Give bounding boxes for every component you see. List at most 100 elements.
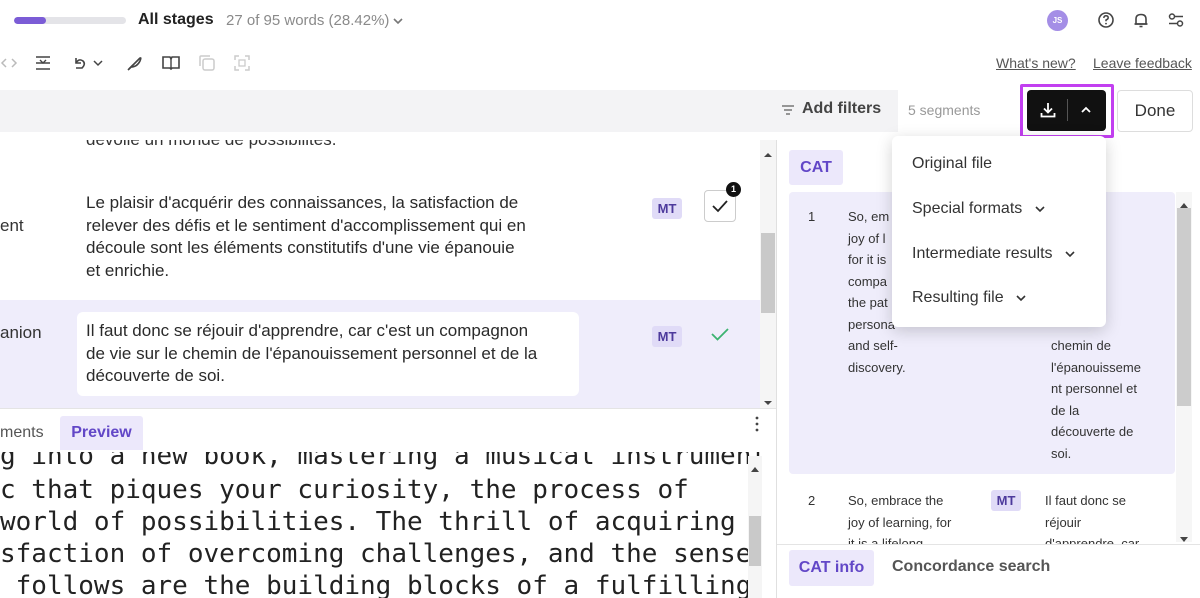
download-split-button[interactable]	[1027, 90, 1106, 131]
panel-divider[interactable]	[776, 140, 777, 598]
cat-line: nt personnel et	[1051, 381, 1138, 396]
cat-scroll-up-icon[interactable]	[1179, 196, 1189, 213]
cat-match-number: 2	[808, 493, 816, 508]
download-icon[interactable]	[1038, 100, 1058, 124]
tab-comments[interactable]: ments	[0, 424, 44, 442]
cat-line: soi.	[1051, 445, 1072, 461]
cat-line: chemin de	[1051, 338, 1111, 353]
chevron-down-icon	[1016, 291, 1026, 305]
cat-line: d'apprendre, car	[1045, 536, 1140, 544]
cat-target-text: Il faut donc se réjouir d'apprendre, car	[1045, 490, 1139, 544]
cat-line: Il faut donc se	[1045, 493, 1126, 508]
merge-segments-icon[interactable]	[32, 52, 54, 74]
whats-new-link[interactable]: What's new?	[996, 55, 1076, 71]
preview-line: g into a new book, mastering a musical i…	[0, 452, 762, 471]
split-divider	[1067, 99, 1068, 121]
progress-bar	[14, 17, 126, 24]
tab-preview[interactable]: Preview	[60, 416, 143, 450]
comment-count-badge: 1	[726, 182, 741, 197]
editor-scrollbar-thumb[interactable]	[761, 233, 775, 313]
book-open-icon[interactable]	[160, 52, 182, 74]
cat-line: joy of learning, for	[848, 514, 952, 530]
menu-item-original-file[interactable]: Original file	[912, 155, 992, 173]
menu-item-resulting-file[interactable]: Resulting file	[912, 289, 1026, 307]
cat-match-item[interactable]: 2 So, embrace the joy of learning, for i…	[789, 480, 1175, 544]
tab-cat-info[interactable]: CAT info	[789, 550, 874, 586]
target-line: Il faut donc se réjouir d'apprendre, car…	[86, 321, 529, 340]
leave-feedback-link[interactable]: Leave feedback	[1093, 55, 1192, 71]
code-tags-icon[interactable]	[0, 52, 22, 74]
preview-line: c that piques your curiosity, the proces…	[0, 475, 689, 505]
word-count-dropdown[interactable]: 27 of 95 words (28.42%)	[226, 12, 404, 29]
cat-line: découverte de	[1051, 424, 1134, 439]
source-text-fragment: ent	[0, 216, 24, 235]
menu-item-intermediate-results[interactable]: Intermediate results	[912, 245, 1075, 263]
stage-selector-label[interactable]: All stages	[138, 11, 214, 29]
target-line: et enrichie.	[86, 260, 170, 280]
segment-editor: dévoile un monde de possibilités. ent Le…	[0, 140, 776, 408]
scroll-up-arrow-icon[interactable]	[762, 146, 774, 163]
cat-line: l'épanouisseme	[1051, 359, 1141, 375]
segment-top-fragment: dévoile un monde de possibilités.	[86, 140, 336, 150]
feather-icon[interactable]	[124, 52, 146, 74]
cat-line: discovery.	[848, 359, 906, 375]
cat-line: it is a lifelong	[848, 536, 924, 544]
cat-line: de la	[1051, 402, 1080, 418]
filter-lines-icon[interactable]	[780, 102, 796, 122]
cat-scrollbar-thumb[interactable]	[1177, 208, 1191, 406]
cat-match-number: 1	[808, 209, 816, 224]
add-filters-button[interactable]: Add filters	[802, 100, 881, 118]
tab-cat[interactable]: CAT	[789, 150, 843, 185]
cat-line: and self-	[848, 338, 898, 353]
filter-bar	[0, 90, 898, 132]
cat-line: réjouir	[1045, 514, 1082, 530]
chevron-down-icon	[1035, 202, 1045, 216]
bell-icon[interactable]	[1131, 10, 1151, 30]
menu-item-label: Intermediate results	[912, 245, 1053, 262]
editor-toolbar: What's new? Leave feedback	[0, 44, 1200, 82]
mt-badge: MT	[991, 490, 1021, 511]
progress-fill	[14, 17, 46, 24]
top-bar: All stages 27 of 95 words (28.42%) JS	[0, 0, 1200, 42]
more-options-icon[interactable]	[754, 414, 760, 439]
word-count-text: 27 of 95 words (28.42%)	[226, 12, 390, 29]
download-dropdown-menu: Original file Special formats Intermedia…	[892, 136, 1106, 327]
target-line: de vie sur le chemin de l'épanouissement…	[86, 343, 538, 363]
chevron-up-icon[interactable]	[1078, 102, 1094, 122]
source-text-fragment: anion	[0, 323, 42, 342]
segment-row[interactable]: ent Le plaisir d'acquérir des connaissan…	[0, 178, 760, 298]
target-line: relever des défis et le sentiment d'acco…	[86, 215, 526, 235]
preview-line: follows are the building blocks of a ful…	[0, 571, 752, 598]
target-line: Le plaisir d'acquérir des connaissances,…	[86, 193, 519, 212]
preview-pane: g into a new book, mastering a musical i…	[0, 452, 762, 598]
preview-scroll-up-icon[interactable]	[750, 460, 760, 477]
mt-badge: MT	[652, 198, 682, 219]
chevron-down-icon	[1065, 247, 1075, 261]
preview-line: sfaction of overcoming challenges, and t…	[0, 539, 752, 569]
menu-item-label: Original file	[912, 155, 993, 172]
tab-concordance-search[interactable]: Concordance search	[892, 558, 1050, 576]
expand-icon	[231, 52, 253, 74]
settings-toggle-icon[interactable]	[1166, 10, 1186, 30]
copy-icon	[196, 52, 218, 74]
target-line: découle sont les éléments constitutifs d…	[86, 238, 515, 257]
target-line: découverte de soi.	[86, 366, 225, 385]
confirmed-check-icon[interactable]	[708, 322, 732, 350]
target-text[interactable]: Le plaisir d'acquérir des connaissances,…	[86, 192, 526, 282]
cat-source-text: So, embrace the joy of learning, for it …	[848, 490, 951, 544]
done-button[interactable]: Done	[1117, 90, 1193, 132]
chevron-down-icon	[393, 12, 404, 29]
menu-item-label: Special formats	[912, 200, 1023, 217]
segment-row-active[interactable]: anion Il faut donc se réjouir d'apprendr…	[0, 300, 760, 408]
avatar[interactable]: JS	[1047, 10, 1068, 31]
preview-scrollbar-thumb[interactable]	[749, 516, 761, 566]
cat-line: So, embrace the	[848, 493, 944, 508]
mt-badge: MT	[652, 326, 682, 347]
menu-item-special-formats[interactable]: Special formats	[912, 200, 1045, 218]
help-icon[interactable]	[1096, 10, 1116, 30]
segment-count: 5 segments	[908, 102, 981, 118]
target-text[interactable]: Il faut donc se réjouir d'apprendre, car…	[86, 320, 537, 388]
undo-menu-icon[interactable]	[70, 52, 106, 74]
menu-item-label: Resulting file	[912, 289, 1004, 306]
preview-line: world of possibilities. The thrill of ac…	[0, 507, 736, 537]
